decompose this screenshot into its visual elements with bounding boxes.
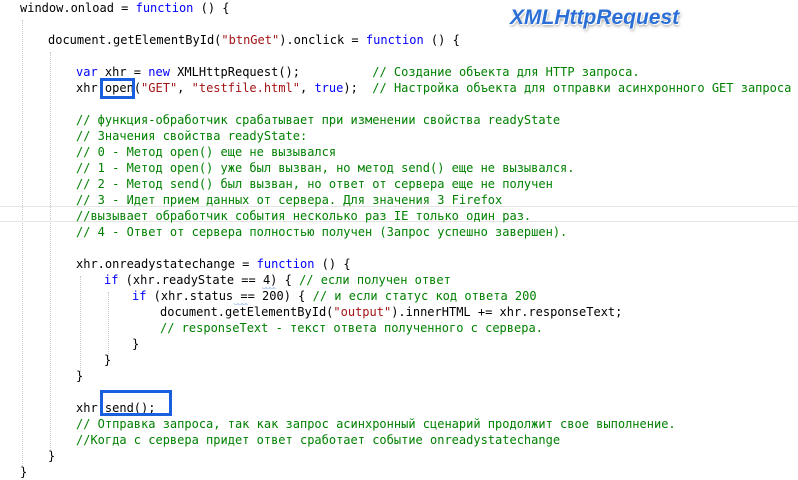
code-comment: // Отправка запроса, так как запрос асин… <box>76 417 676 431</box>
closing-brace: } <box>76 369 84 383</box>
indent-guide <box>50 52 51 450</box>
closing-brace: } <box>20 465 28 479</box>
code-line: if (xhr.status == 200) { // и если стату… <box>132 289 537 303</box>
warning-squiggle <box>234 303 248 306</box>
closing-brace: } <box>104 353 112 367</box>
code-line: window.onload = function () { <box>20 1 230 15</box>
code-line: document.getElementById("btnGet").onclic… <box>48 33 460 47</box>
code-comment: //Когда с сервера придет ответ сработает… <box>76 433 561 447</box>
code-comment: // responseText - текст ответа полученно… <box>160 321 543 335</box>
send-highlight-box <box>100 390 172 416</box>
code-comment: // 3 - Идет прием данных от сервера. Для… <box>76 193 503 207</box>
code-comment: // 1 - Метод open() уже был вызван, но м… <box>76 161 575 175</box>
code-line: var xhr = new XMLHttpRequest(); // Созда… <box>76 65 640 79</box>
warning-squiggle <box>262 287 276 290</box>
indent-guide <box>108 292 109 356</box>
code-comment: // 4 - Ответ от сервера полностью получе… <box>76 225 568 239</box>
indent-guide <box>80 276 81 372</box>
closing-brace: } <box>132 337 140 351</box>
code-comment: // функция-обработчик срабатывает при из… <box>76 113 561 127</box>
code-line: xhr.onreadystatechange = function () { <box>76 257 351 271</box>
code-line: xhr.open("GET", "testfile.html", true); … <box>76 81 792 95</box>
code-comment: // 2 - Метод send() был вызван, но ответ… <box>76 177 553 191</box>
code-comment: //вызывает обработчик события несколько … <box>76 209 532 223</box>
title-overlay: XMLHttpRequest <box>510 6 680 29</box>
closing-brace: } <box>48 449 56 463</box>
code-comment: // Значения свойства readyState: <box>76 129 308 143</box>
indent-guide <box>22 20 23 466</box>
code-line: if (xhr.readyState == 4) { // если получ… <box>104 273 451 287</box>
code-editor[interactable]: window.onload = function () { document.g… <box>0 0 798 479</box>
open-highlight-box <box>100 78 135 99</box>
code-line: document.getElementById("output").innerH… <box>160 305 623 319</box>
code-comment: // 0 - Метод open() еще не вызывался <box>76 145 337 159</box>
